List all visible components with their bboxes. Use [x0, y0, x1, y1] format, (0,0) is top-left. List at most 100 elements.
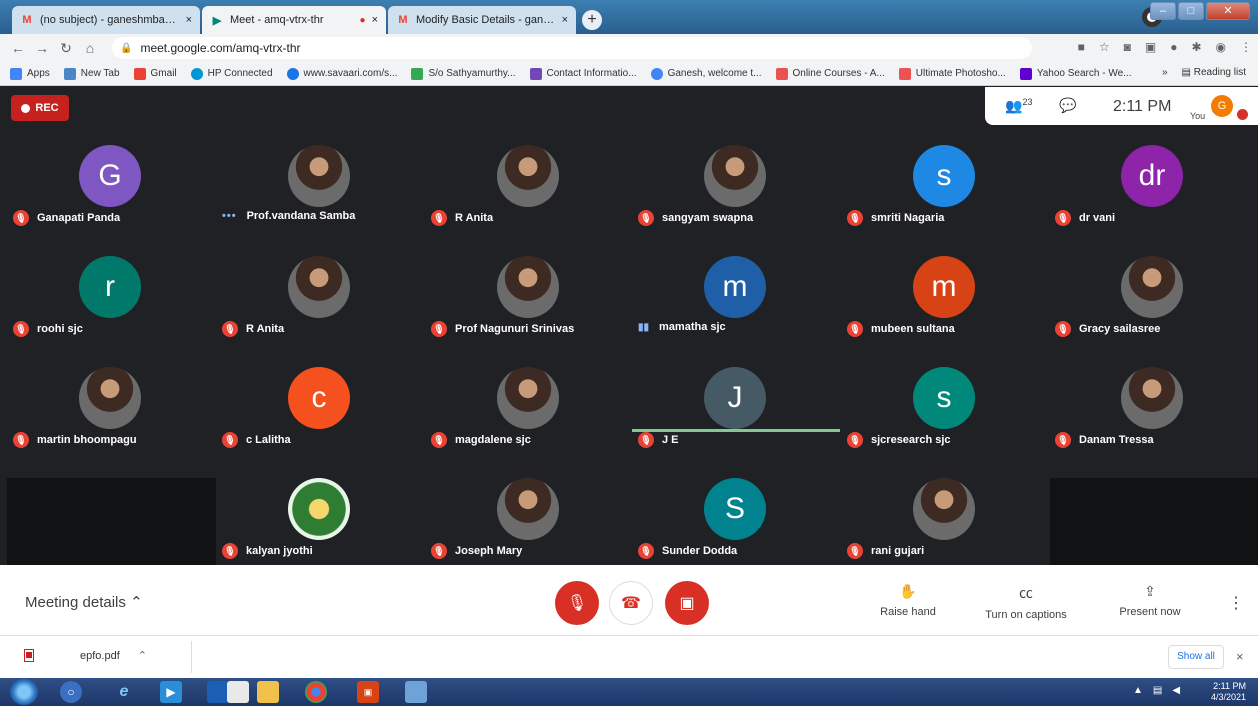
participant-tile[interactable]: ••• Prof.vandana Samba — [216, 137, 425, 247]
extension-photo-icon[interactable]: ▣ — [1145, 40, 1156, 54]
more-options-icon[interactable]: ⋮ — [1228, 593, 1244, 613]
mic-off-icon: 🎙 — [13, 210, 29, 226]
avatar: c — [288, 367, 350, 429]
participant-tile[interactable]: s 🎙 sjcresearch sjc — [841, 359, 1050, 469]
url-bar[interactable]: 🔒 meet.google.com/amq-vtrx-thr — [112, 37, 1032, 59]
participant-tile[interactable]: J 🎙 J E — [632, 359, 841, 469]
tab-close-icon[interactable]: × — [372, 14, 378, 26]
bookmark-sathyamurthy[interactable]: S/o Sathyamurthy... — [411, 67, 516, 80]
bookmark-apps[interactable]: Apps — [10, 67, 50, 80]
chevron-up-icon[interactable]: ⌃ — [138, 649, 147, 662]
participant-name-row: 🎙 mubeen sultana — [847, 321, 955, 337]
hp-icon — [190, 67, 203, 80]
participant-tile[interactable]: 🎙 rani gujari — [841, 470, 1050, 580]
raise-hand-button[interactable]: ✋ Raise hand — [858, 583, 958, 618]
meeting-details-button[interactable]: Meeting details ⌃ — [25, 593, 143, 611]
participant-name: dr vani — [1079, 212, 1116, 224]
system-clock[interactable]: 2:11 PM 4/3/2021 — [1211, 681, 1246, 703]
system-icon[interactable] — [405, 681, 427, 703]
participant-tile[interactable]: s 🎙 smriti Nagaria — [841, 137, 1050, 247]
minimize-icon[interactable]: – — [1150, 2, 1176, 20]
file-explorer-icon[interactable] — [257, 681, 279, 703]
bookmark-savaari[interactable]: www.savaari.com/s... — [286, 67, 397, 80]
participant-tile[interactable]: dr 🎙 dr vani — [1049, 137, 1258, 247]
mic-toggle-button[interactable]: 🎙 — [555, 581, 599, 625]
bookmarks-bar: Apps New Tab Gmail HP Connected www.sava… — [0, 62, 1258, 86]
bookmarks-more-icon[interactable]: » — [1162, 67, 1168, 78]
participant-tile[interactable]: 🎙 R Anita — [425, 137, 634, 247]
camera-icon[interactable]: ■ — [1078, 40, 1085, 54]
more-vert-icon[interactable]: ⋮ — [1240, 40, 1252, 54]
participant-tile[interactable]: 🎙 Joseph Mary — [425, 470, 634, 580]
captions-button[interactable]: ㏄ Turn on captions — [976, 583, 1076, 621]
participant-tile[interactable]: 🎙 Gracy sailasree — [1049, 248, 1258, 358]
reload-icon[interactable]: ↻ — [54, 40, 78, 57]
extension-outlook-icon[interactable]: ◙ — [1124, 40, 1131, 54]
app-icon[interactable] — [207, 681, 229, 703]
new-tab-button[interactable]: + — [582, 10, 602, 30]
home-icon[interactable]: ⌂ — [78, 40, 102, 56]
recording-badge[interactable]: REC — [11, 95, 69, 121]
extension-chat-icon[interactable]: ● — [1170, 40, 1177, 54]
camera-toggle-button[interactable]: ▣ — [665, 581, 709, 625]
participant-tile[interactable]: 🎙 martin bhoompagu — [7, 359, 216, 469]
participant-tile[interactable]: m ▮▮ mamatha sjc — [632, 248, 841, 358]
tray-icons[interactable]: ▲▤◀ — [1133, 685, 1190, 696]
internet-explorer-icon[interactable]: e — [113, 681, 135, 703]
show-all-button[interactable]: Show all — [1168, 645, 1224, 669]
download-item[interactable]: epfo.pdf ⌃ — [24, 649, 147, 662]
media-player-icon[interactable]: ▶ — [160, 681, 182, 703]
participant-tile[interactable]: 🎙 magdalene sjc — [425, 359, 634, 469]
participant-tile[interactable]: r 🎙 roohi sjc — [7, 248, 216, 358]
close-icon[interactable]: × — [1236, 649, 1244, 664]
cortana-icon[interactable]: ○ — [60, 681, 82, 703]
participant-tile[interactable]: 🎙 kalyan jyothi — [216, 470, 425, 580]
puzzle-icon[interactable]: ✱ — [1191, 40, 1201, 54]
bookmark-ultimate-photoshop[interactable]: Ultimate Photosho... — [898, 67, 1006, 80]
avatar[interactable]: ◉ — [1216, 40, 1226, 54]
bookmark-ganesh-welcome[interactable]: Ganesh, welcome t... — [650, 67, 762, 80]
mic-off-icon: 🎙 — [13, 321, 29, 337]
presentation-icon[interactable]: ▣ — [357, 681, 379, 703]
participant-tile[interactable]: 🎙 sangyam swapna — [632, 137, 841, 247]
participant-tile[interactable]: c 🎙 c Lalitha — [216, 359, 425, 469]
participant-name-row: 🎙 Prof Nagunuri Srinivas — [431, 321, 574, 337]
back-icon[interactable]: ← — [6, 40, 30, 56]
bookmark-online-courses[interactable]: Online Courses - A... — [775, 67, 885, 80]
tab-gmail-no-subject[interactable]: M (no subject) - ganeshmba2008@ × — [12, 6, 200, 34]
participant-tile[interactable]: 🎙 Danam Tressa — [1049, 359, 1258, 469]
bookmark-yahoo-search[interactable]: Yahoo Search - We... — [1019, 67, 1132, 80]
tab-modify-basic-details[interactable]: M Modify Basic Details - ganeshmb × — [388, 6, 576, 34]
mic-off-icon: 🎙 — [13, 432, 29, 448]
participant-name: roohi sjc — [37, 323, 83, 335]
bookmark-gmail[interactable]: Gmail — [133, 67, 177, 80]
avatar: s — [913, 145, 975, 207]
participant-tile[interactable]: G 🎙 Ganapati Panda — [7, 137, 216, 247]
participant-tile[interactable]: 🎙 Prof Nagunuri Srinivas — [425, 248, 634, 358]
people-button[interactable]: 👥23 — [1005, 97, 1032, 115]
start-button[interactable] — [10, 679, 38, 705]
bookmark-contact-information[interactable]: Contact Informatio... — [529, 67, 637, 80]
close-window-icon[interactable]: ✕ — [1206, 2, 1250, 20]
tab-close-icon[interactable]: × — [562, 14, 568, 26]
chat-icon[interactable]: 💬 — [1059, 97, 1076, 114]
avatar — [497, 367, 559, 429]
bookmark-hp-connected[interactable]: HP Connected — [190, 67, 273, 80]
forward-icon[interactable]: → — [30, 40, 54, 56]
chrome-icon[interactable] — [305, 681, 327, 703]
reading-list-button[interactable]: ▤ Reading list — [1182, 67, 1247, 78]
reading-list-icon: ▤ — [1181, 67, 1194, 78]
participant-name-row: 🎙 kalyan jyothi — [222, 543, 313, 559]
star-icon[interactable]: ☆ — [1099, 40, 1110, 54]
bookmark-new-tab[interactable]: New Tab — [63, 67, 120, 80]
maximize-icon[interactable]: □ — [1178, 2, 1204, 20]
tab-meet[interactable]: ▶ Meet - amq-vtrx-thr ● × — [202, 6, 386, 34]
tab-close-icon[interactable]: × — [186, 14, 192, 26]
document-icon[interactable] — [227, 681, 249, 703]
leave-call-button[interactable]: ☎ — [609, 581, 653, 625]
participant-tile[interactable]: m 🎙 mubeen sultana — [841, 248, 1050, 358]
present-now-button[interactable]: ⇪ Present now — [1100, 583, 1200, 618]
participant-tile[interactable]: S 🎙 Sunder Dodda — [632, 470, 841, 580]
tab-title: (no subject) - ganeshmba2008@ — [40, 14, 180, 26]
participant-tile[interactable]: 🎙 R Anita — [216, 248, 425, 358]
